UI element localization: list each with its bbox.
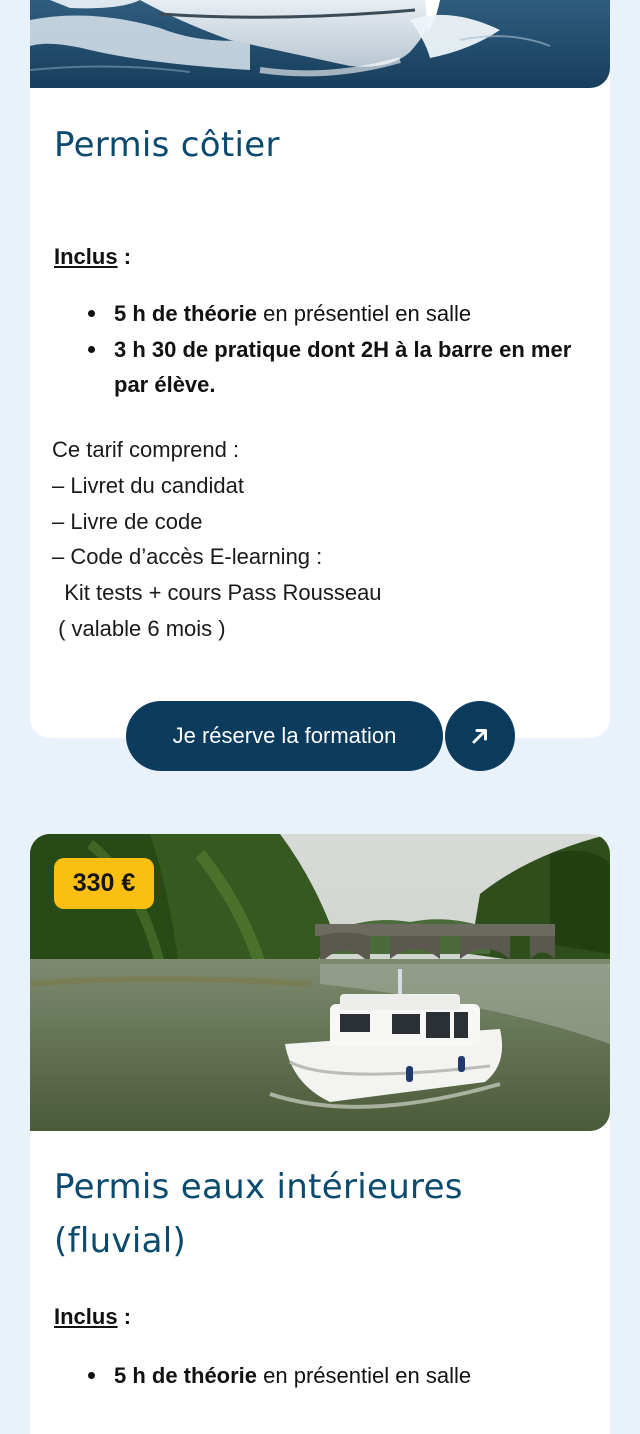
tarif-line: ( valable 6 mois )	[52, 615, 226, 641]
card-title: Permis côtier	[54, 125, 280, 165]
list-item-rest: en présentiel en salle	[257, 1363, 472, 1388]
reserve-formation-button[interactable]: Je réserve la formation	[126, 701, 443, 771]
tarif-details: Ce tarif comprend : – Livret du candidat…	[52, 432, 382, 647]
tarif-line: Ce tarif comprend :	[52, 437, 240, 462]
formation-card-cotier: Permis côtier Inclus : 5 h de théorie en…	[30, 0, 610, 738]
list-item-strong: 3 h 30 de pratique dont 2H à la barre en…	[114, 337, 572, 397]
price-badge: 330 €	[54, 858, 154, 909]
reserve-cta: Je réserve la formation	[126, 701, 515, 771]
tarif-line: – Livre de code	[52, 508, 203, 534]
included-list: 5 h de théorie en présentiel en salle 3 …	[30, 296, 590, 403]
inclus-colon: :	[117, 244, 132, 269]
inclus-colon: :	[117, 1304, 132, 1329]
inclus-label: Inclus :	[54, 1302, 131, 1332]
tarif-line: – Code d’accès E-learning :	[52, 544, 323, 570]
formation-card-fluvial: 330 € Permis eaux intérieures (fluvial) …	[30, 834, 610, 1434]
list-item-strong: 5 h de théorie	[114, 1363, 258, 1388]
list-item: 5 h de théorie en présentiel en salle	[30, 296, 590, 331]
list-item-strong: 5 h de théorie	[114, 301, 258, 326]
boat-sea-photo	[30, 0, 610, 88]
tarif-line: – Livret du candidat	[52, 472, 245, 498]
list-item-rest: en présentiel en salle	[257, 301, 472, 326]
included-list: 5 h de théorie en présentiel en salle	[30, 1358, 590, 1394]
list-item: 3 h 30 de pratique dont 2H à la barre en…	[30, 332, 590, 402]
list-item: 5 h de théorie en présentiel en salle	[30, 1358, 590, 1393]
tarif-line: Kit tests + cours Pass Rousseau	[52, 580, 382, 606]
arrow-up-right-icon	[472, 729, 487, 744]
inclus-label: Inclus :	[54, 242, 131, 272]
inclus-text: Inclus	[54, 1304, 118, 1329]
card-title: Permis eaux intérieures (fluvial)	[54, 1167, 463, 1261]
inclus-text: Inclus	[54, 244, 118, 269]
reserve-arrow-button[interactable]	[445, 701, 515, 771]
